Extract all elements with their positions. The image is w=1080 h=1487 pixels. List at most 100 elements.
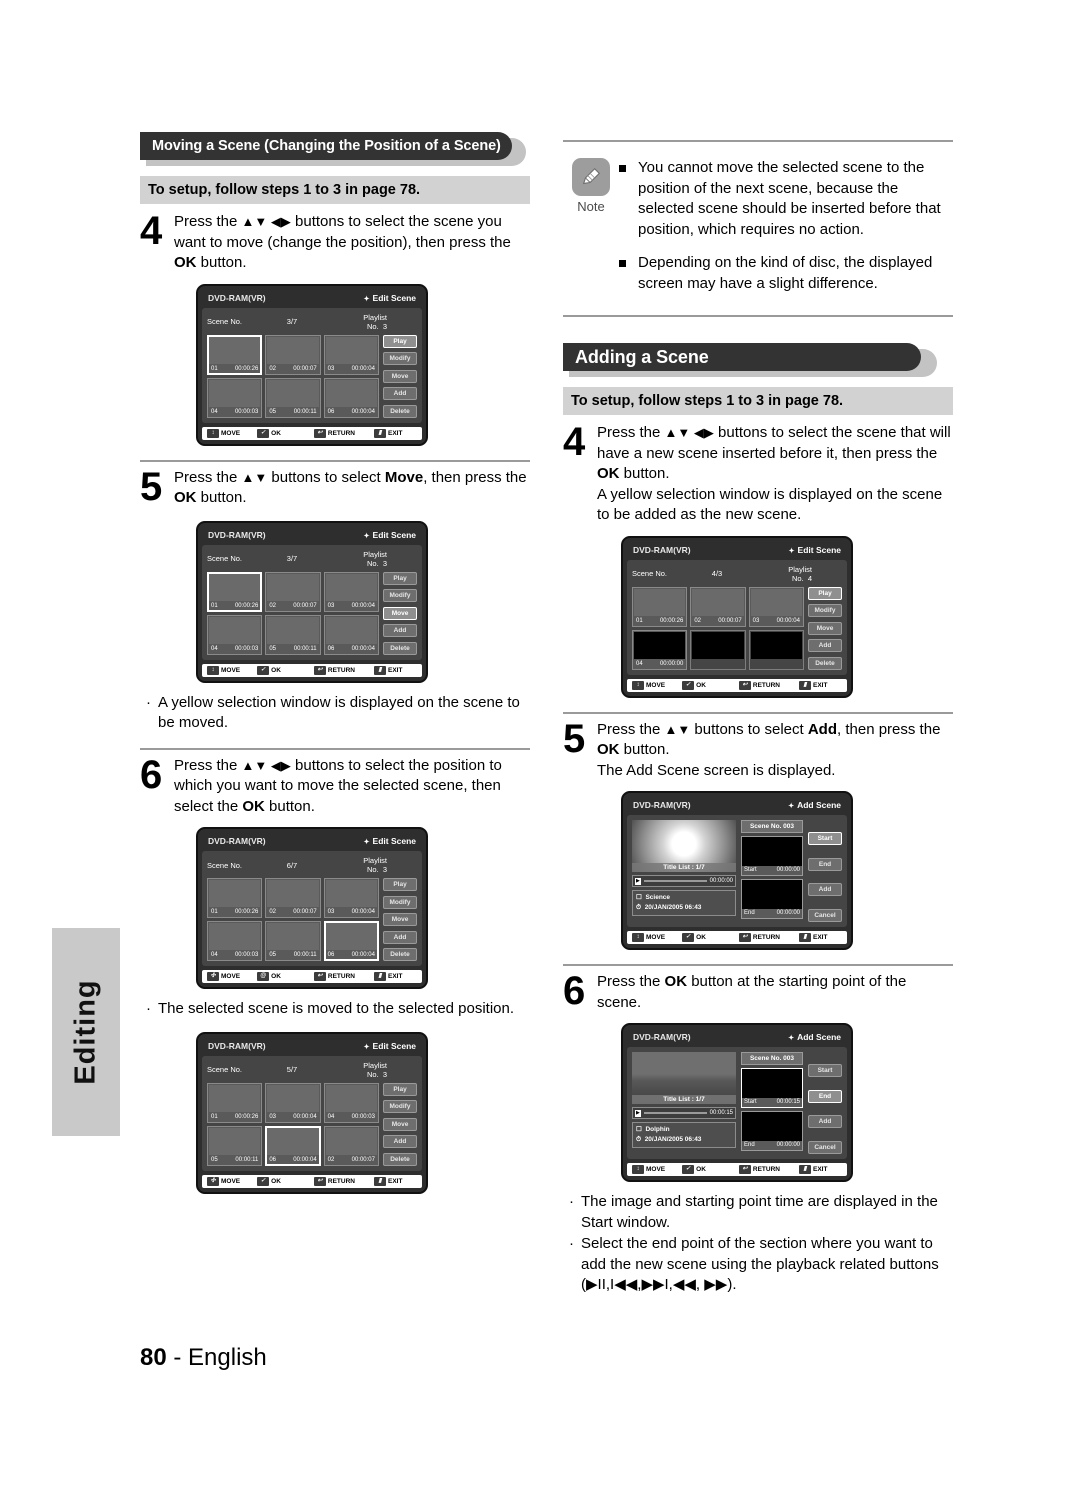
scene-cell[interactable]: 01 00:00:26 (632, 586, 688, 627)
end-button[interactable]: End (808, 857, 842, 871)
footer-ok[interactable]: @ OK (257, 972, 281, 981)
divider (563, 315, 953, 317)
footer-exit[interactable]: ▮ EXIT (374, 972, 402, 981)
modify-button[interactable]: Modify (383, 895, 417, 909)
footer-ok[interactable]: ✓ OK (257, 665, 281, 675)
cancel-button[interactable]: Cancel (808, 908, 842, 922)
footer-move[interactable]: ✣ MOVE (207, 972, 240, 981)
scene-cell[interactable]: 06 00:00:04 (323, 921, 379, 961)
footer-ok[interactable]: ✓ OK (257, 428, 281, 438)
footer-ok[interactable]: ✓ OK (682, 680, 706, 690)
footer-exit[interactable]: ▮ EXIT (374, 665, 402, 675)
scene-cell[interactable]: 06 00:00:04 (323, 614, 379, 655)
footer-move[interactable]: ↕ MOVE (207, 428, 240, 438)
play-button[interactable]: Play (383, 878, 417, 891)
modify-button[interactable]: Modify (808, 604, 842, 617)
delete-button[interactable]: Delete (383, 948, 417, 961)
delete-button[interactable]: Delete (383, 641, 417, 655)
scene-cell[interactable]: 02 00:00:07 (690, 586, 746, 627)
play-button[interactable]: Play (808, 586, 842, 600)
cancel-button[interactable]: Cancel (808, 1140, 842, 1154)
scene-cell[interactable]: 05 00:00:11 (207, 1125, 263, 1166)
scene-cell[interactable]: 04 00:00:03 (207, 921, 263, 961)
footer-move[interactable]: ↕ MOVE (632, 933, 665, 942)
footer-return[interactable]: ↩ RETURN (313, 428, 355, 438)
scene-cell[interactable]: 06 00:00:04 (265, 1125, 321, 1166)
add-button[interactable]: Add (383, 624, 417, 637)
scene-cell[interactable]: 02 00:00:07 (265, 334, 321, 375)
add-button[interactable]: Add (808, 639, 842, 652)
scene-action-buttons: Play Modify Move Add Delete (808, 586, 842, 670)
seek-track[interactable] (643, 880, 707, 882)
move-button[interactable]: Move (383, 606, 417, 620)
footer-return[interactable]: ↩ RETURN (313, 665, 355, 675)
scene-cell[interactable]: 03 00:00:04 (323, 334, 379, 375)
screen-footer-bar: ↕ MOVE ✓ OK ↩ RETURN ▮ EXIT (627, 678, 847, 692)
footer-return[interactable]: ↩ RETURN (738, 1165, 780, 1174)
add-button[interactable]: Add (808, 1115, 842, 1129)
scene-thumbnail (325, 880, 377, 907)
seek-bar[interactable]: ▶ 00:00:15 (632, 1107, 736, 1119)
scene-cell[interactable]: 04 00:00:03 (207, 377, 263, 418)
add-button[interactable]: Add (383, 1135, 417, 1148)
screenshot-edit-scene-4: DVD-RAM(VR) ✦ Edit Scene Scene No. 5/7 Pl… (196, 1031, 428, 1194)
scene-cell[interactable]: 04 00:00:03 (323, 1082, 379, 1123)
seek-track[interactable] (643, 1112, 707, 1114)
footer-move[interactable]: ↕ MOVE (632, 680, 665, 690)
start-button[interactable]: Start (808, 832, 842, 845)
footer-ok[interactable]: ✓ OK (257, 1176, 281, 1186)
scene-cell[interactable]: 03 00:00:04 (748, 586, 804, 627)
scene-cell[interactable]: 03 00:00:04 (323, 571, 379, 612)
delete-button[interactable]: Delete (383, 1152, 417, 1166)
play-button[interactable]: Play (383, 1082, 417, 1096)
footer-return[interactable]: ↩ RETURN (313, 972, 355, 981)
seek-bar[interactable]: ▶ 00:00:00 (632, 875, 736, 887)
footer-exit[interactable]: ▮ EXIT (374, 428, 402, 438)
scene-cell[interactable]: 05 00:00:11 (265, 377, 321, 418)
delete-button[interactable]: Delete (808, 656, 842, 670)
footer-return[interactable]: ↩ RETURN (738, 933, 780, 942)
scene-cell[interactable]: 05 00:00:11 (265, 614, 321, 655)
footer-exit[interactable]: ▮ EXIT (799, 680, 827, 690)
scene-cell[interactable]: 02 00:00:07 (323, 1125, 379, 1166)
scene-cell[interactable]: 04 00:00:03 (207, 614, 263, 655)
start-button[interactable]: Start (808, 1064, 842, 1077)
footer-move[interactable]: ↕ MOVE (632, 1165, 665, 1174)
modify-button[interactable]: Modify (383, 589, 417, 602)
footer-move[interactable]: ✣ MOVE (207, 1176, 240, 1186)
footer-return[interactable]: ↩ RETURN (738, 680, 780, 690)
footer-return[interactable]: ↩ RETURN (313, 1176, 355, 1186)
scene-cell[interactable]: 01 00:00:26 (207, 334, 263, 375)
move-button[interactable]: Move (808, 621, 842, 635)
footer-move[interactable]: ↕ MOVE (207, 665, 240, 675)
scene-cell[interactable]: 02 00:00:07 (265, 878, 321, 918)
add-button[interactable]: Add (383, 387, 417, 400)
footer-ok[interactable]: ✓ OK (682, 1165, 706, 1174)
modify-button[interactable]: Modify (383, 352, 417, 365)
title-info-box: ☐ Science ⏱ 20/JAN/2005 06:43 (632, 890, 736, 916)
scene-cell[interactable]: 03 00:00:04 (323, 878, 379, 918)
step-4-right: 4 Press the ▲▼ ◀▶ buttons to select the … (563, 422, 953, 526)
scene-cell[interactable]: 01 00:00:26 (207, 1082, 263, 1123)
add-button[interactable]: Add (808, 883, 842, 897)
scene-cell-empty[interactable]: 04 00:00:00 (632, 629, 688, 670)
move-button[interactable]: Move (383, 913, 417, 926)
footer-exit[interactable]: ▮ EXIT (799, 1165, 827, 1174)
add-button[interactable]: Add (383, 930, 417, 944)
play-button[interactable]: Play (383, 571, 417, 585)
scene-cell[interactable]: 03 00:00:04 (265, 1082, 321, 1123)
footer-ok[interactable]: ✓ OK (682, 933, 706, 942)
move-button[interactable]: Move (383, 369, 417, 383)
footer-exit[interactable]: ▮ EXIT (799, 933, 827, 942)
scene-cell[interactable]: 02 00:00:07 (265, 571, 321, 612)
scene-cell[interactable]: 01 00:00:26 (207, 878, 263, 918)
modify-button[interactable]: Modify (383, 1100, 417, 1113)
footer-exit[interactable]: ▮ EXIT (374, 1176, 402, 1186)
delete-button[interactable]: Delete (383, 404, 417, 418)
move-button[interactable]: Move (383, 1117, 417, 1131)
scene-cell[interactable]: 01 00:00:26 (207, 571, 263, 612)
scene-cell[interactable]: 06 00:00:04 (323, 377, 379, 418)
end-button[interactable]: End (808, 1089, 842, 1103)
scene-cell[interactable]: 05 00:00:11 (265, 921, 321, 961)
play-button[interactable]: Play (383, 334, 417, 348)
